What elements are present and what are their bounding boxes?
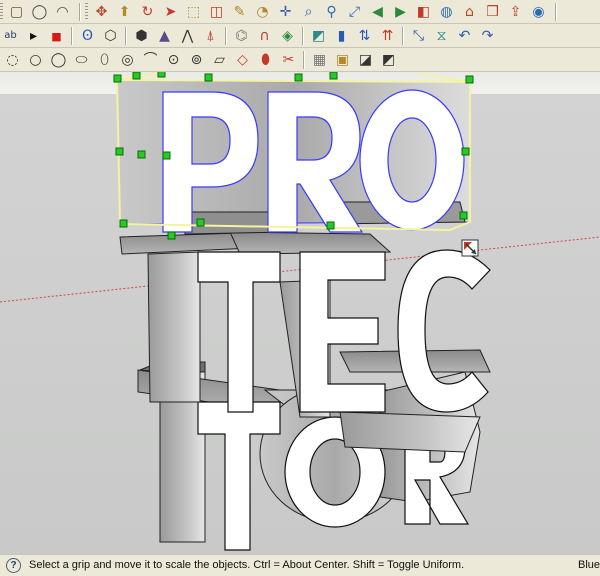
zoom-extents-icon[interactable]: ⤢ bbox=[344, 2, 365, 22]
grip-handle[interactable] bbox=[196, 218, 205, 227]
fold-icon[interactable]: ⋀ bbox=[177, 26, 198, 46]
path-icon[interactable]: ⌒ bbox=[140, 50, 161, 70]
grip-handle[interactable] bbox=[113, 74, 122, 83]
surface-icon[interactable]: ◈ bbox=[277, 26, 298, 46]
cube-icon[interactable]: ◪ bbox=[355, 50, 376, 70]
section-plane-icon[interactable]: ◧ bbox=[413, 2, 434, 22]
magnet-icon[interactable]: ∩ bbox=[254, 26, 275, 46]
toolbar-separator bbox=[71, 27, 73, 45]
cube-alt-icon[interactable]: ◩ bbox=[378, 50, 399, 70]
loft-icon[interactable]: ⬯ bbox=[94, 50, 115, 70]
toolbar-separator bbox=[555, 3, 557, 21]
axes-icon[interactable]: ✛ bbox=[275, 2, 296, 22]
rotate-icon[interactable]: ↻ bbox=[137, 2, 158, 22]
round-corner-icon[interactable]: ◌ bbox=[2, 50, 23, 70]
status-message: Select a grip and move it to scale the o… bbox=[29, 559, 465, 571]
toolbar-grip[interactable] bbox=[85, 3, 88, 21]
stop-icon[interactable]: ■ bbox=[46, 26, 67, 46]
toolbar-separator bbox=[303, 51, 305, 69]
toolbar-row-1: ▢ ◯ ◠ ✥ ⬆ ↻ ➤ ⬚ ◫ ✎ ◔ ✛ ⌕ ⚲ ⤢ ◀ ▶ ◧ ◍ ⌂ ❒ ⇪ ◉ bbox=[0, 0, 600, 24]
search-icon[interactable]: ⌕ bbox=[298, 2, 319, 22]
cut-icon[interactable]: ✂ bbox=[278, 50, 299, 70]
globe-icon[interactable]: ◍ bbox=[436, 2, 457, 22]
scale-cursor-icon bbox=[461, 239, 479, 257]
protractor-icon[interactable]: ◔ bbox=[252, 2, 273, 22]
curtain-icon[interactable]: ⌬ bbox=[231, 26, 252, 46]
grip-handle[interactable] bbox=[326, 221, 335, 230]
extrude-icon[interactable]: ⍋ bbox=[200, 26, 221, 46]
sweep-icon[interactable]: ◎ bbox=[117, 50, 138, 70]
house-icon[interactable]: ⌂ bbox=[459, 2, 480, 22]
grip-handle[interactable] bbox=[459, 211, 468, 220]
move-icon[interactable]: ✥ bbox=[91, 2, 112, 22]
x-ray-icon[interactable]: ⬡ bbox=[100, 26, 121, 46]
chamfer-icon[interactable]: ○ bbox=[25, 50, 46, 70]
arc-icon[interactable]: ◠ bbox=[52, 2, 73, 22]
toolbar-separator bbox=[79, 3, 81, 21]
text-tool-icon[interactable]: ab bbox=[0, 26, 21, 46]
follow-me-icon[interactable]: ➤ bbox=[160, 2, 181, 22]
up-down-arrows-icon[interactable]: ⇅ bbox=[354, 26, 375, 46]
push-pull-icon[interactable]: ⬆ bbox=[114, 2, 135, 22]
grip-handle[interactable] bbox=[461, 147, 470, 156]
toolbar-separator bbox=[125, 27, 127, 45]
grip-handle[interactable] bbox=[119, 219, 128, 228]
scale-diagonal-icon[interactable]: ⤡ bbox=[408, 26, 429, 46]
curved-arrow-icon[interactable]: ↶ bbox=[454, 26, 475, 46]
toolbar-grip[interactable] bbox=[0, 3, 3, 21]
grid-icon[interactable]: ▦ bbox=[309, 50, 330, 70]
grip-handle[interactable] bbox=[204, 73, 213, 82]
triangle-icon[interactable]: ▲ bbox=[154, 26, 175, 46]
next-view-icon[interactable]: ▶ bbox=[390, 2, 411, 22]
previous-view-icon[interactable]: ◀ bbox=[367, 2, 388, 22]
box-icon[interactable]: ▣ bbox=[332, 50, 353, 70]
toolbar-row-2: ab ▸ ■ Ꙩ ⬡ ⬢ ▲ ⋀ ⍋ ⌬ ∩ ◈ ◩ ▮ ⇅ ⇈ ⤡ ⧖ ↶ ↷ bbox=[0, 24, 600, 48]
toolbar-row-3: ◌ ○ ◯ ⬭ ⬯ ◎ ⌒ ⊙ ⊚ ▱ ◇ ⬮ ✂ ▦ ▣ ◪ ◩ bbox=[0, 48, 600, 72]
tape-measure-icon[interactable]: ✎ bbox=[229, 2, 250, 22]
help-icon[interactable]: ? bbox=[6, 558, 21, 573]
twist-icon[interactable]: ↷ bbox=[477, 26, 498, 46]
circle-icon[interactable]: ◯ bbox=[29, 2, 50, 22]
grip-handle[interactable] bbox=[162, 151, 171, 160]
skin-icon[interactable]: ⊙ bbox=[163, 50, 184, 70]
plane-icon[interactable]: ▱ bbox=[209, 50, 230, 70]
shell-icon[interactable]: ⊚ bbox=[186, 50, 207, 70]
components-icon[interactable]: ❒ bbox=[482, 2, 503, 22]
zoom-window-icon[interactable]: ⚲ bbox=[321, 2, 342, 22]
grip-handle[interactable] bbox=[132, 72, 141, 80]
plugin-s-icon[interactable]: Ꙩ bbox=[77, 26, 98, 46]
share-icon[interactable]: ⇪ bbox=[505, 2, 526, 22]
toolbar-separator bbox=[402, 27, 404, 45]
measurements-label: Blue bbox=[578, 559, 600, 571]
mirror-icon[interactable]: ⧖ bbox=[431, 26, 452, 46]
scale-icon[interactable]: ⬚ bbox=[183, 2, 204, 22]
flip-icon[interactable]: ▮ bbox=[331, 26, 352, 46]
toolbar-separator bbox=[302, 27, 304, 45]
lasso-icon[interactable]: ◇ bbox=[232, 50, 253, 70]
play-icon[interactable]: ▸ bbox=[23, 26, 44, 46]
status-bar: ? Select a grip and move it to scale the… bbox=[0, 554, 600, 576]
bevel-icon[interactable]: ⬭ bbox=[71, 50, 92, 70]
camera-icon[interactable]: ◉ bbox=[528, 2, 549, 22]
model-canvas[interactable] bbox=[0, 72, 600, 554]
offset-icon[interactable]: ◫ bbox=[206, 2, 227, 22]
model-viewport[interactable] bbox=[0, 72, 600, 554]
grip-handle[interactable] bbox=[294, 73, 303, 82]
grip-handle[interactable] bbox=[329, 72, 338, 80]
fillet-icon[interactable]: ◯ bbox=[48, 50, 69, 70]
grip-handle[interactable] bbox=[115, 147, 124, 156]
grip-handle[interactable] bbox=[137, 150, 146, 159]
grip-handle[interactable] bbox=[157, 72, 166, 78]
align-icon[interactable]: ◩ bbox=[308, 26, 329, 46]
paint-icon[interactable]: ⬮ bbox=[255, 50, 276, 70]
grip-handle[interactable] bbox=[465, 75, 474, 84]
toolbar-separator bbox=[225, 27, 227, 45]
red-arrows-icon[interactable]: ⇈ bbox=[377, 26, 398, 46]
wireframe-icon[interactable]: ⬢ bbox=[131, 26, 152, 46]
square-icon[interactable]: ▢ bbox=[6, 2, 27, 22]
grip-handle[interactable] bbox=[167, 231, 176, 240]
